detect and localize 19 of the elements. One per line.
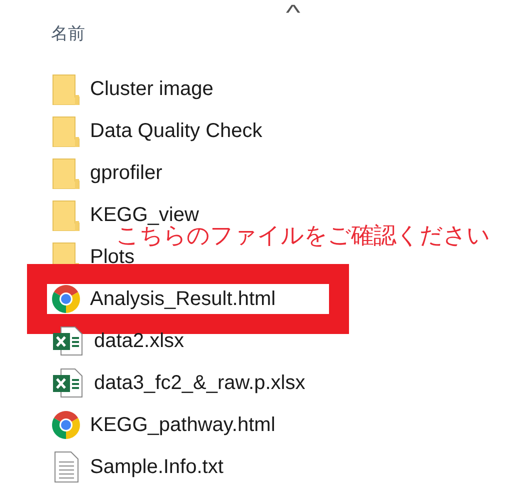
spreadsheet-icon — [52, 367, 84, 399]
folder-icon — [52, 157, 80, 189]
file-name[interactable]: data2.xlsx — [94, 330, 184, 352]
sort-caret[interactable]: ^ — [286, 2, 300, 24]
column-header[interactable]: 名前 — [51, 24, 85, 43]
file-name[interactable]: Cluster image — [90, 78, 214, 100]
file-name[interactable]: Plots — [90, 246, 134, 268]
folder-icon — [52, 199, 80, 231]
file-name[interactable]: data3_fc2_&_raw.p.xlsx — [94, 372, 306, 394]
file-name[interactable]: Sample.Info.txt — [90, 456, 224, 478]
browser-icon — [52, 285, 80, 313]
folder-icon — [52, 115, 80, 147]
folder-icon — [52, 73, 80, 105]
file-name[interactable]: Analysis_Result.html — [90, 288, 276, 310]
spreadsheet-icon — [52, 325, 84, 357]
browser-icon — [52, 411, 80, 439]
file-name[interactable]: KEGG_pathway.html — [90, 414, 276, 436]
file-name[interactable]: gprofiler — [90, 162, 162, 184]
file-name[interactable]: Data Quality Check — [90, 120, 262, 142]
